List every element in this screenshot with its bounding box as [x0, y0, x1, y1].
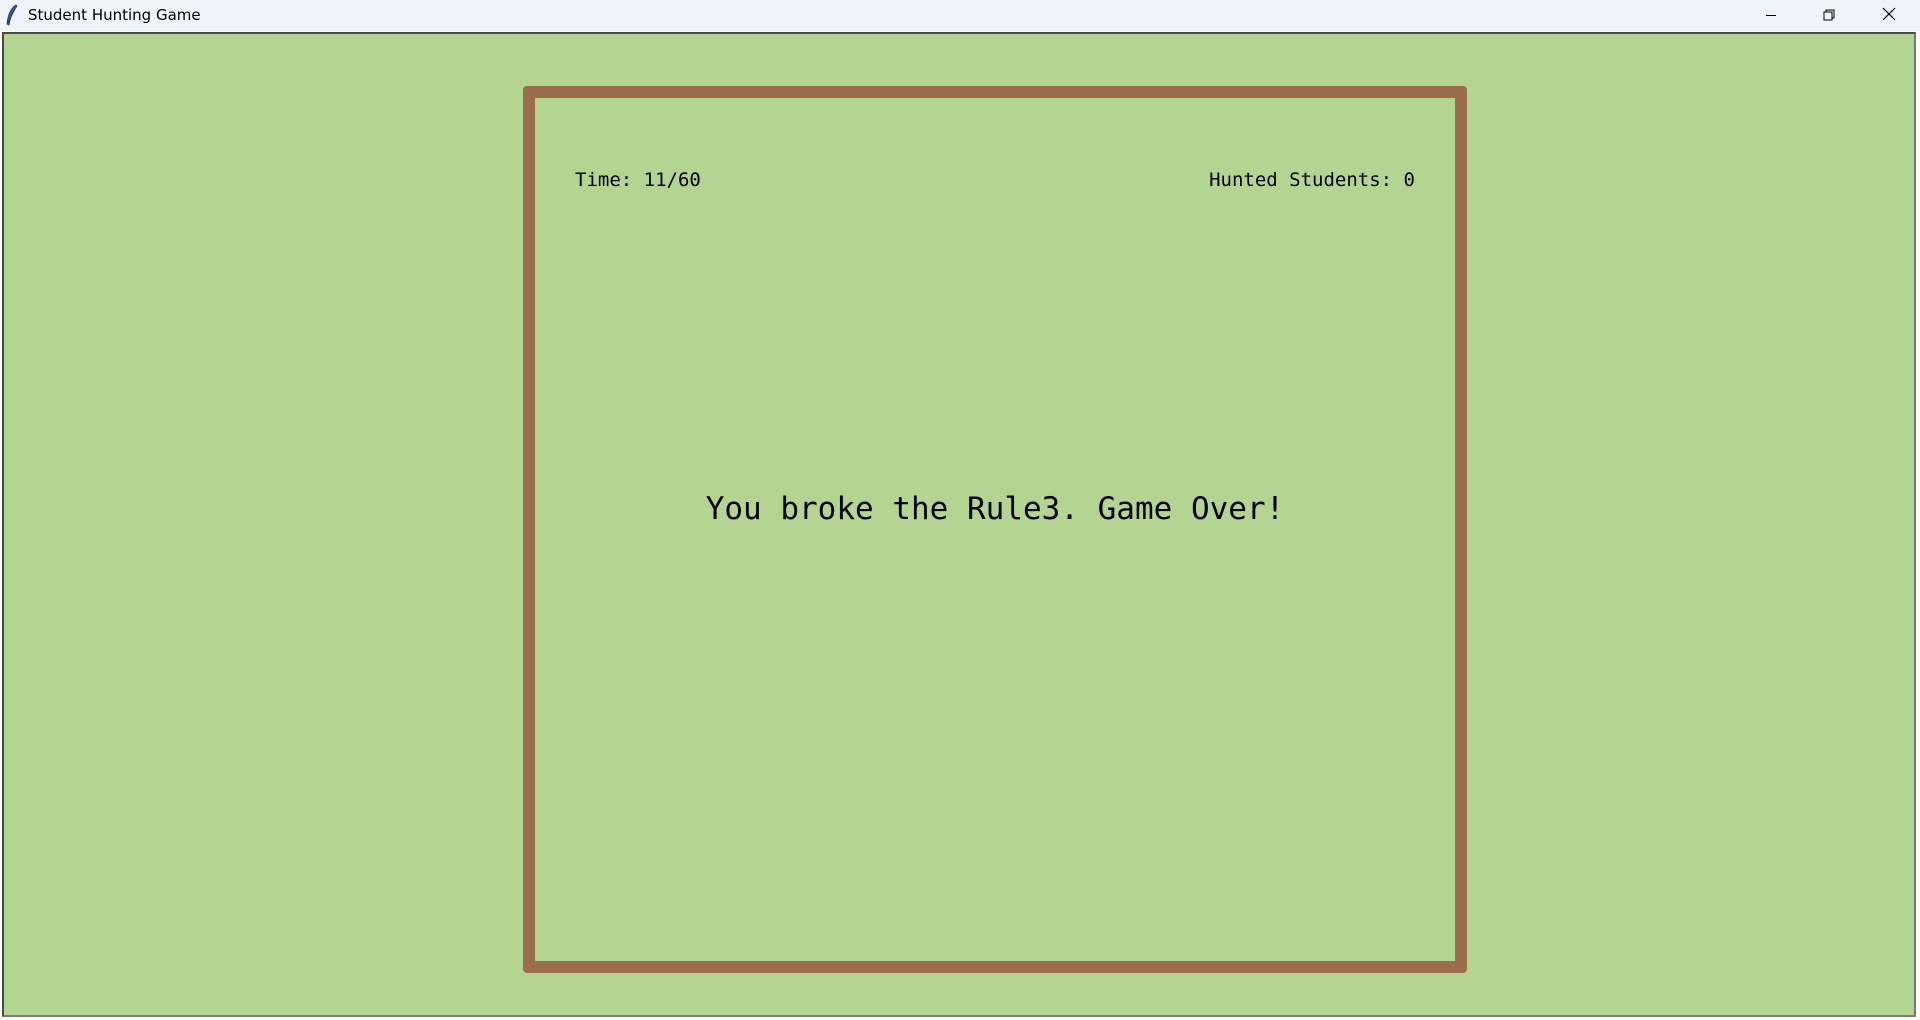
time-counter: Time: 11/60 [575, 169, 701, 191]
window-title: Student Hunting Game [28, 6, 201, 24]
close-icon [1882, 6, 1896, 25]
restore-button[interactable] [1800, 0, 1858, 31]
restore-icon [1823, 6, 1835, 25]
minimize-icon [1765, 6, 1777, 25]
app-window: Student Hunting Game Time: 11/60 Hunted … [0, 0, 1920, 1020]
feather-icon [5, 4, 19, 26]
minimize-button[interactable] [1742, 0, 1800, 31]
game-over-message: You broke the Rule3. Game Over! [705, 491, 1285, 527]
close-button[interactable] [1858, 0, 1920, 31]
title-bar[interactable]: Student Hunting Game [0, 0, 1920, 31]
hunted-students-counter: Hunted Students: 0 [1209, 169, 1415, 191]
game-board[interactable] [523, 86, 1467, 973]
